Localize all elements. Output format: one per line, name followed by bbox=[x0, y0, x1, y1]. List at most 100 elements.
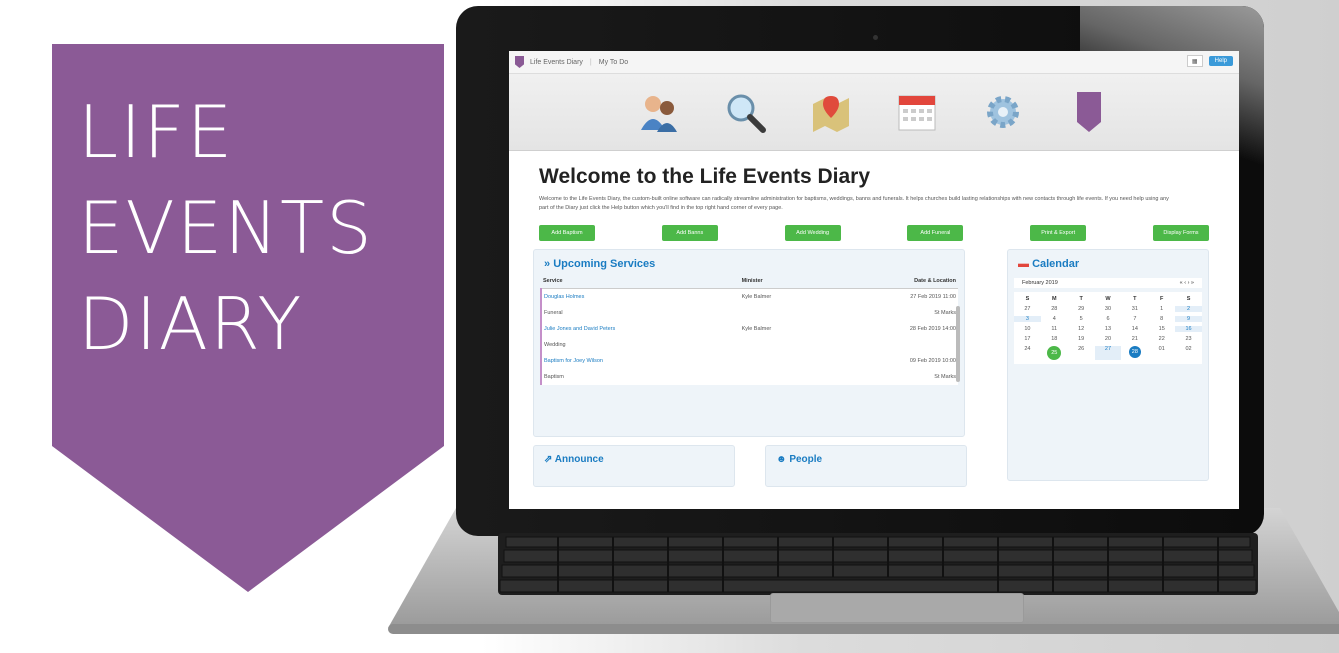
calendar-day[interactable]: 21 bbox=[1121, 336, 1148, 342]
table-row[interactable]: Baptism for Joey Wilson 09 Feb 2019 10:0… bbox=[540, 353, 958, 369]
weekday-header: T bbox=[1079, 296, 1083, 302]
date-cell: 09 Feb 2019 10:00 bbox=[827, 353, 958, 369]
display-forms-button[interactable]: Display Forms bbox=[1152, 225, 1209, 241]
calendar-day[interactable]: 19 bbox=[1068, 336, 1095, 342]
calendar-day[interactable]: 13 bbox=[1095, 326, 1122, 332]
calendar-day[interactable]: 3 bbox=[1014, 316, 1041, 322]
settings-icon[interactable] bbox=[981, 90, 1025, 134]
calendar-nav-arrows[interactable]: « ‹ › » bbox=[1180, 280, 1194, 286]
calendar-day[interactable]: 4 bbox=[1041, 316, 1068, 322]
calendar-day[interactable]: 27 bbox=[1014, 306, 1041, 312]
lower-panels: ⇗ Announce ☻ People bbox=[533, 445, 967, 487]
calendar-day[interactable]: 8 bbox=[1148, 316, 1175, 322]
service-type-cell: Funeral bbox=[540, 305, 740, 321]
calendar-day[interactable]: 28 bbox=[1121, 346, 1148, 360]
date-cell: 27 Feb 2019 11:00 bbox=[827, 288, 958, 305]
calendar-day[interactable]: 01 bbox=[1148, 346, 1175, 360]
minister-cell bbox=[739, 305, 828, 321]
location-cell bbox=[827, 337, 958, 353]
location-cell: St Marks bbox=[827, 369, 958, 385]
calendar-day[interactable]: 11 bbox=[1041, 326, 1068, 332]
logo-text: LIFE EVENTS DIARY bbox=[78, 84, 374, 372]
grid-menu-button[interactable]: ▦ bbox=[1186, 55, 1203, 67]
weekday-header: M bbox=[1051, 296, 1057, 302]
calendar-day[interactable]: 31 bbox=[1121, 306, 1148, 312]
print-export-button[interactable]: Print & Export bbox=[1030, 225, 1087, 241]
column-header-minister: Minister bbox=[739, 274, 828, 289]
intro-text: Welcome to the Life Events Diary, the cu… bbox=[539, 196, 1169, 211]
org-name[interactable]: My To Do bbox=[599, 59, 628, 66]
service-link[interactable]: Douglas Holmes bbox=[540, 288, 740, 305]
calendar-day[interactable]: 12 bbox=[1068, 326, 1095, 332]
add-baptism-button[interactable]: Add Baptism bbox=[539, 225, 595, 241]
calendar-day[interactable]: 15 bbox=[1148, 326, 1175, 332]
people-panel: ☻ People bbox=[765, 445, 967, 487]
table-row[interactable]: Douglas Holmes Kyle Balmer 27 Feb 2019 1… bbox=[540, 288, 958, 305]
help-button[interactable]: Help bbox=[1208, 56, 1233, 66]
service-link[interactable]: Julie Jones and David Peters bbox=[540, 321, 740, 337]
minister-cell bbox=[739, 369, 828, 385]
calendar-day[interactable]: 6 bbox=[1095, 316, 1122, 322]
people-icon[interactable] bbox=[637, 90, 681, 134]
table-row[interactable]: Julie Jones and David Peters Kyle Balmer… bbox=[540, 321, 958, 337]
logo-line-3: DIARY bbox=[78, 282, 304, 366]
keyboard bbox=[498, 533, 1258, 595]
calendar-day[interactable]: 22 bbox=[1148, 336, 1175, 342]
calendar-day[interactable]: 20 bbox=[1095, 336, 1122, 342]
top-bar-separator: | bbox=[589, 58, 592, 66]
calendar-day[interactable]: 5 bbox=[1068, 316, 1095, 322]
calendar-day[interactable]: 25 bbox=[1041, 346, 1068, 360]
services-scrollbar[interactable] bbox=[956, 306, 960, 382]
announce-title: Announce bbox=[554, 454, 604, 465]
calendar-day[interactable]: 02 bbox=[1175, 346, 1202, 360]
calendar-day[interactable]: 23 bbox=[1175, 336, 1202, 342]
calendar-day[interactable]: 2 bbox=[1175, 306, 1202, 312]
calendar-selected-day[interactable]: 28 bbox=[1128, 346, 1141, 358]
calendar-panel: ▬ Calendar February 2019 « ‹ › » S M T W… bbox=[1007, 249, 1209, 481]
add-banns-button[interactable]: Add Banns bbox=[661, 225, 718, 241]
minister-cell: Kyle Balmer bbox=[739, 288, 828, 305]
calendar-day[interactable]: 26 bbox=[1068, 346, 1095, 360]
service-link[interactable]: Baptism for Joey Wilson bbox=[540, 353, 740, 369]
calendar-today-marker[interactable]: 25 bbox=[1047, 346, 1062, 360]
calendar-day[interactable]: 9 bbox=[1175, 316, 1202, 322]
calendar-day[interactable]: 24 bbox=[1014, 346, 1041, 360]
table-row: Funeral St Marks bbox=[540, 305, 958, 321]
calendar-day[interactable]: 28 bbox=[1041, 306, 1068, 312]
calendar-day[interactable]: 29 bbox=[1068, 306, 1095, 312]
main-nav-icons bbox=[509, 74, 1239, 151]
calendar-day[interactable]: 18 bbox=[1041, 336, 1068, 342]
calendar-day[interactable]: 7 bbox=[1121, 316, 1148, 322]
people-small-icon: ☻ bbox=[776, 454, 790, 465]
table-row: Wedding bbox=[540, 337, 958, 353]
life-events-diary-logo: LIFE EVENTS DIARY bbox=[52, 44, 444, 592]
add-funeral-button[interactable]: Add Funeral bbox=[907, 225, 964, 241]
calendar-icon[interactable] bbox=[895, 90, 939, 134]
add-wedding-button[interactable]: Add Wedding bbox=[784, 225, 841, 241]
weekday-header: W bbox=[1105, 296, 1111, 302]
weekday-header: T bbox=[1133, 296, 1137, 302]
app-name[interactable]: Life Events Diary bbox=[530, 59, 583, 66]
calendar-day[interactable]: 10 bbox=[1014, 326, 1041, 332]
app-logo-icon[interactable] bbox=[515, 56, 524, 68]
column-header-service: Service bbox=[541, 274, 740, 289]
calendar-day[interactable]: 30 bbox=[1095, 306, 1122, 312]
weekday-header: F bbox=[1160, 296, 1164, 302]
calendar-day[interactable]: 16 bbox=[1175, 326, 1202, 332]
upcoming-services-panel: » Upcoming Services Service Minister Dat… bbox=[533, 249, 965, 437]
logo-line-2: EVENTS bbox=[78, 186, 374, 270]
map-icon[interactable] bbox=[809, 90, 853, 134]
weekday-header: S bbox=[1025, 296, 1030, 302]
table-row: Baptism St Marks bbox=[540, 369, 958, 385]
calendar-small-icon: ▬ bbox=[1018, 258, 1033, 270]
diary-logo-icon[interactable] bbox=[1067, 90, 1111, 134]
calendar-day[interactable]: 27 bbox=[1094, 346, 1122, 360]
date-cell: 28 Feb 2019 14:00 bbox=[827, 321, 958, 337]
calendar-day[interactable]: 14 bbox=[1121, 326, 1148, 332]
calendar-grid: S M T W T F S 27 28 29 30 31 1 2 3 4 5 6 7 8 9 10 11 12 1… bbox=[1014, 292, 1202, 364]
search-icon[interactable] bbox=[723, 90, 767, 134]
calendar-day[interactable]: 1 bbox=[1148, 306, 1175, 312]
calendar-day[interactable]: 17 bbox=[1014, 336, 1041, 342]
logo-line-1: LIFE bbox=[78, 90, 235, 174]
page-title: Welcome to the Life Events Diary bbox=[539, 165, 871, 188]
